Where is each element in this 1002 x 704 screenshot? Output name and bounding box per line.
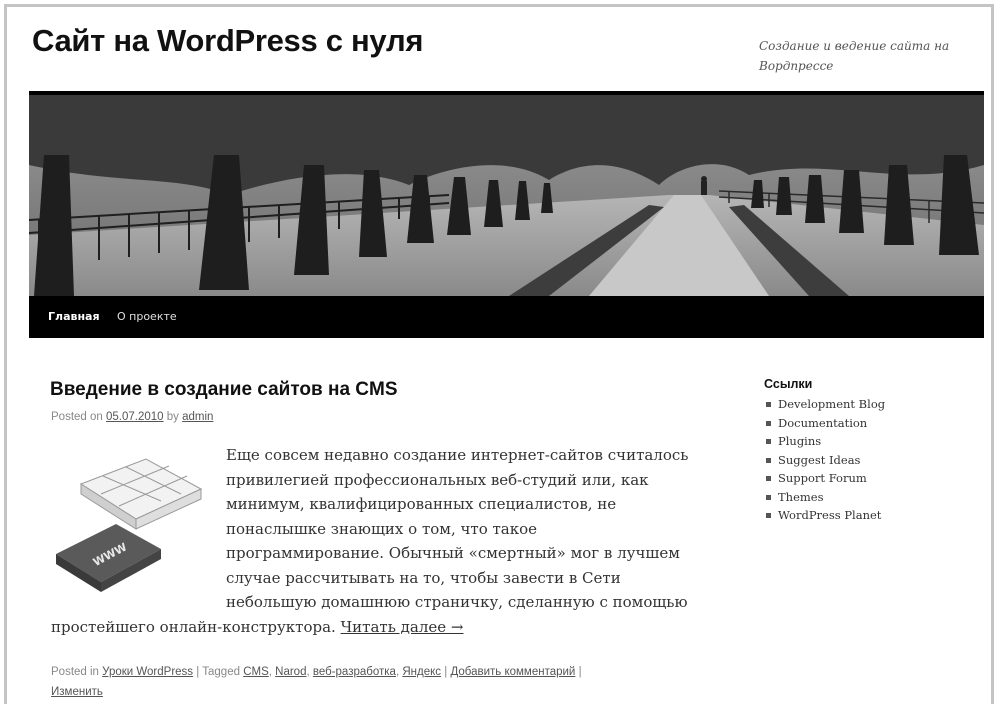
post-title[interactable]: Введение в создание сайтов на CMS	[50, 379, 398, 401]
list-item: Documentation	[764, 414, 964, 433]
list-item: Plugins	[764, 432, 964, 451]
tag-link-narod[interactable]: Narod	[275, 666, 306, 678]
main-navigation: Главная О проекте	[29, 296, 984, 338]
separator: |	[578, 666, 582, 678]
list-item: Themes	[764, 488, 964, 507]
list-item: Support Forum	[764, 469, 964, 488]
sidebar-link-documentation[interactable]: Documentation	[778, 416, 867, 430]
add-comment-link[interactable]: Добавить комментарий	[450, 666, 575, 678]
posted-in-label: Posted in	[51, 666, 99, 678]
posted-on-label: Posted on	[51, 411, 103, 423]
list-item: Development Blog	[764, 395, 964, 414]
sidebar: Ссылки Development Blog Documentation Pl…	[764, 377, 964, 525]
post-date-link[interactable]: 05.07.2010	[106, 411, 164, 423]
sidebar-links-list: Development Blog Documentation Plugins S…	[764, 395, 964, 525]
site-title[interactable]: Сайт на WordPress с нуля	[32, 23, 423, 59]
author-link[interactable]: admin	[182, 411, 213, 423]
tag-link-yandex[interactable]: Яндекс	[402, 666, 441, 678]
category-link[interactable]: Уроки WordPress	[102, 666, 193, 678]
tagged-label: Tagged	[202, 666, 240, 678]
tag-link-web-dev[interactable]: веб-разработка	[313, 666, 396, 678]
sidebar-link-development-blog[interactable]: Development Blog	[778, 397, 885, 411]
site-description: Создание и ведение сайта на Вордпрессе	[759, 39, 950, 73]
post-excerpt: Еще совсем недавно создание интернет-сай…	[51, 443, 699, 639]
nav-item-home[interactable]: Главная	[48, 310, 100, 323]
tag-link-cms[interactable]: CMS	[243, 666, 269, 678]
sidebar-link-wordpress-planet[interactable]: WordPress Planet	[778, 508, 881, 522]
separator: |	[444, 666, 448, 678]
read-more-link[interactable]: Читать далее →	[341, 618, 464, 636]
separator: |	[196, 666, 200, 678]
nav-item-about[interactable]: О проекте	[117, 310, 177, 323]
sidebar-link-plugins[interactable]: Plugins	[778, 434, 821, 448]
sidebar-link-suggest-ideas[interactable]: Suggest Ideas	[778, 453, 860, 467]
post-meta: Posted on 05.07.2010 by admin	[51, 411, 213, 423]
post-footer-meta: Posted in Уроки WordPress | Tagged CMS, …	[51, 666, 582, 698]
sidebar-links-heading: Ссылки	[764, 377, 813, 391]
list-item: Suggest Ideas	[764, 451, 964, 470]
sidebar-link-support-forum[interactable]: Support Forum	[778, 471, 867, 485]
list-item: WordPress Planet	[764, 506, 964, 525]
header-image	[29, 91, 984, 296]
edit-link[interactable]: Изменить	[51, 686, 103, 698]
page-frame: Сайт на WordPress с нуля Создание и веде…	[4, 4, 994, 704]
sidebar-link-themes[interactable]: Themes	[778, 490, 824, 504]
by-label: by	[166, 411, 179, 423]
